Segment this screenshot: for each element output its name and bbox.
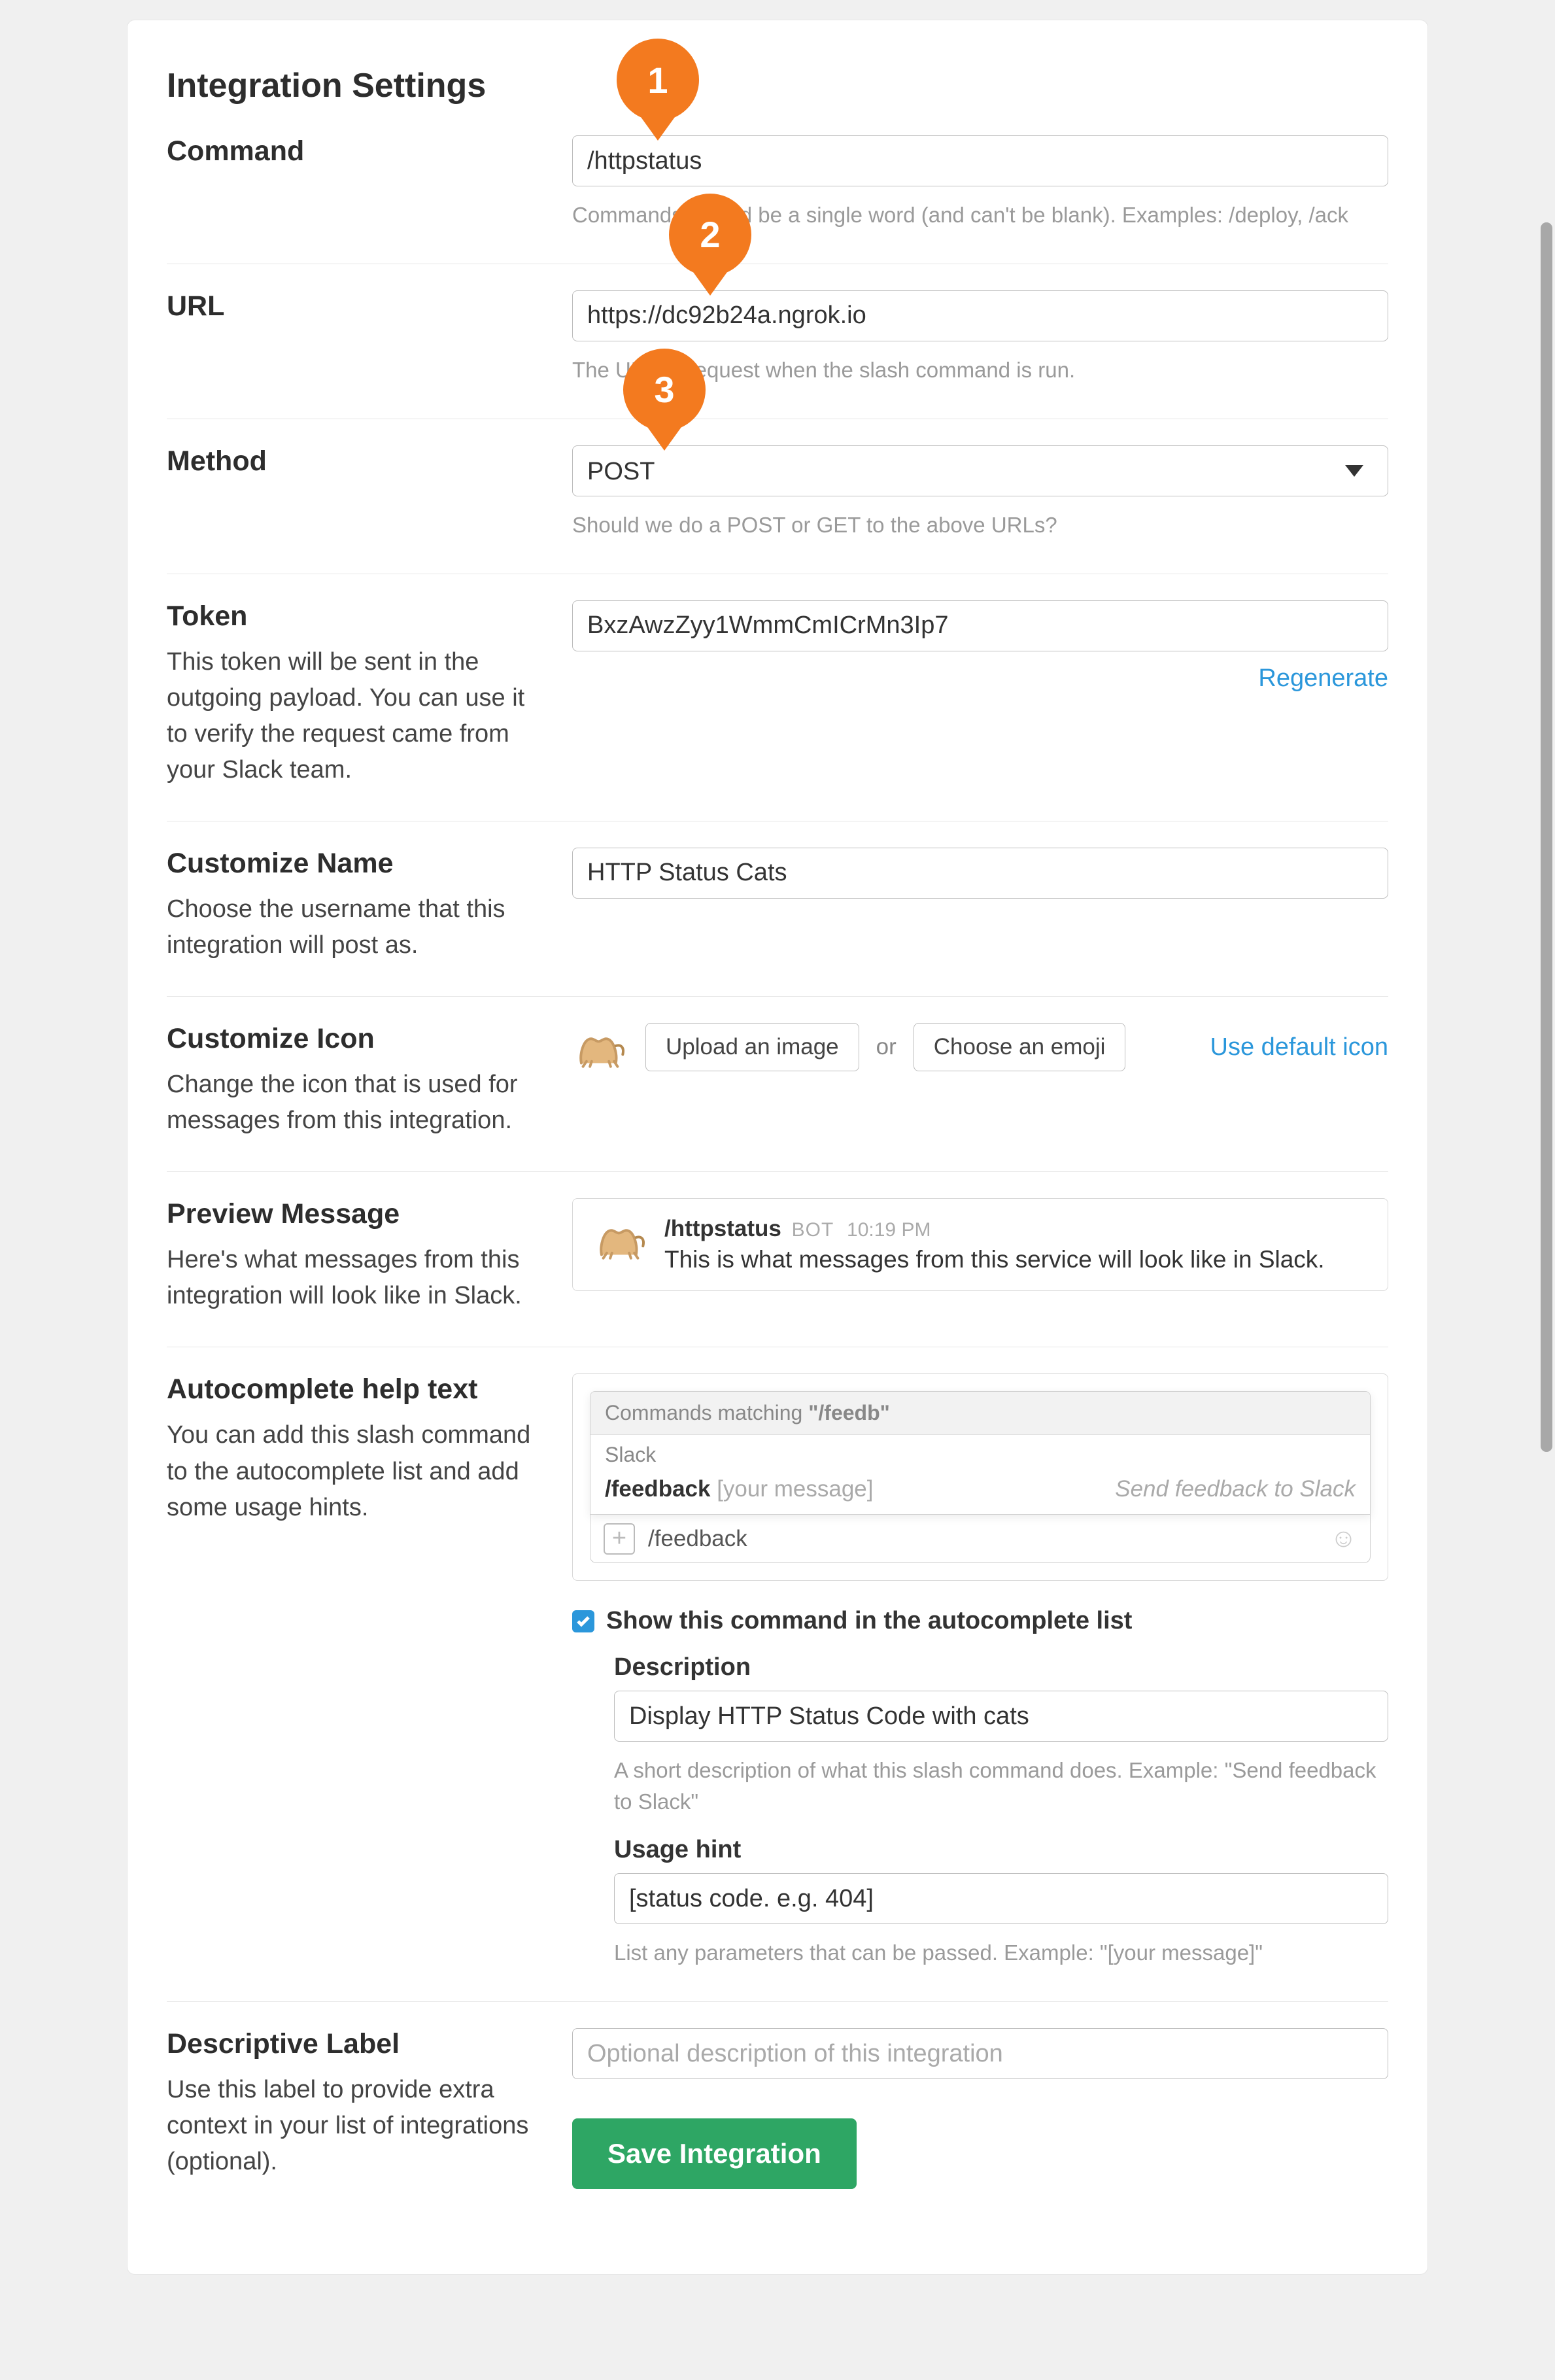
section-preview: Preview Message Here's what messages fro… (167, 1172, 1388, 1347)
autocomplete-section: Slack (590, 1435, 1370, 1471)
autocomplete-label: Autocomplete help text (167, 1373, 546, 1406)
usage-label: Usage hint (614, 1836, 1388, 1864)
command-label: Command (167, 135, 546, 167)
cat-icon (572, 1024, 628, 1070)
token-label: Token (167, 600, 546, 632)
preview-message: This is what messages from this service … (664, 1246, 1325, 1273)
custom-icon-label: Customize Icon (167, 1023, 546, 1055)
preview-bot-tag: BOT (792, 1219, 834, 1241)
autocomplete-desc: You can add this slash command to the au… (167, 1417, 546, 1525)
autocomplete-matching-prefix: Commands matching (605, 1401, 808, 1424)
emoji-icon[interactable]: ☺ (1330, 1524, 1357, 1553)
preview-desc: Here's what messages from this integrati… (167, 1242, 546, 1314)
autocomplete-input-row: + /feedback ☺ (590, 1515, 1371, 1563)
url-input[interactable] (572, 290, 1388, 341)
section-descriptive: Descriptive Label Use this label to prov… (167, 2002, 1388, 2222)
method-select[interactable]: POST (572, 445, 1388, 496)
autocomplete-item-hint: [your message] (710, 1476, 873, 1502)
usage-hint: List any parameters that can be passed. … (614, 1937, 1388, 1969)
usage-input[interactable] (614, 1873, 1388, 1924)
autocomplete-input-text: /feedback (648, 1526, 747, 1552)
section-autocomplete: Autocomplete help text You can add this … (167, 1347, 1388, 2002)
preview-box: /httpstatus BOT 10:19 PM This is what me… (572, 1198, 1388, 1291)
description-label: Description (614, 1653, 1388, 1682)
preview-header: /httpstatus BOT 10:19 PM (664, 1216, 1325, 1242)
plus-icon[interactable]: + (604, 1523, 635, 1555)
descriptive-label: Descriptive Label (167, 2028, 546, 2060)
autocomplete-item: /feedback [your message] Send feedback t… (590, 1471, 1370, 1514)
autocomplete-item-desc: Send feedback to Slack (1115, 1476, 1356, 1502)
preview-time: 10:19 PM (847, 1219, 931, 1241)
command-input[interactable] (572, 135, 1388, 186)
section-custom-icon: Customize Icon Change the icon that is u… (167, 997, 1388, 1172)
or-text: or (876, 1034, 897, 1060)
section-command: Command 1 Commands should be a single wo… (167, 135, 1388, 264)
scrollbar[interactable] (1541, 222, 1552, 1452)
autocomplete-checkbox-row[interactable]: Show this command in the autocomplete li… (572, 1607, 1388, 1635)
custom-name-input[interactable] (572, 848, 1388, 899)
chevron-down-icon (1345, 465, 1363, 477)
preview-bot-name: /httpstatus (664, 1216, 781, 1241)
regenerate-link[interactable]: Regenerate (1258, 664, 1388, 692)
method-label: Method (167, 445, 546, 477)
callout-3: 3 (623, 349, 706, 431)
section-custom-name: Customize Name Choose the username that … (167, 821, 1388, 997)
autocomplete-matching-query: "/feedb" (808, 1401, 890, 1424)
checkbox-icon[interactable] (572, 1610, 594, 1632)
token-desc: This token will be sent in the outgoing … (167, 644, 546, 788)
section-token: Token This token will be sent in the out… (167, 574, 1388, 821)
method-hint: Should we do a POST or GET to the above … (572, 509, 1388, 541)
preview-label: Preview Message (167, 1198, 546, 1230)
descriptive-desc: Use this label to provide extra context … (167, 2072, 546, 2180)
autocomplete-item-cmd: /feedback (605, 1476, 710, 1502)
settings-panel: Integration Settings Command 1 Commands … (127, 20, 1428, 2275)
page-title: Integration Settings (167, 66, 1388, 105)
custom-icon-desc: Change the icon that is used for message… (167, 1067, 546, 1139)
callout-1: 1 (617, 39, 699, 121)
choose-emoji-button[interactable]: Choose an emoji (914, 1023, 1126, 1071)
autocomplete-header: Commands matching "/feedb" (590, 1392, 1370, 1435)
description-hint: A short description of what this slash c… (614, 1755, 1388, 1818)
upload-image-button[interactable]: Upload an image (645, 1023, 859, 1071)
section-method: Method 3 POST Should we do a POST or GET… (167, 419, 1388, 574)
url-label: URL (167, 290, 546, 322)
autocomplete-checkbox-label: Show this command in the autocomplete li… (606, 1607, 1132, 1635)
default-icon-link[interactable]: Use default icon (1210, 1033, 1389, 1061)
section-url: URL 2 The URL to request when the slash … (167, 264, 1388, 419)
token-input[interactable] (572, 600, 1388, 651)
descriptive-input[interactable] (572, 2028, 1388, 2079)
custom-name-desc: Choose the username that this integratio… (167, 891, 546, 963)
save-integration-button[interactable]: Save Integration (572, 2118, 857, 2189)
custom-name-label: Customize Name (167, 848, 546, 880)
description-input[interactable] (614, 1691, 1388, 1742)
cat-icon (592, 1216, 649, 1262)
callout-2: 2 (669, 194, 751, 276)
autocomplete-widget: Commands matching "/feedb" Slack /feedba… (572, 1373, 1388, 1581)
